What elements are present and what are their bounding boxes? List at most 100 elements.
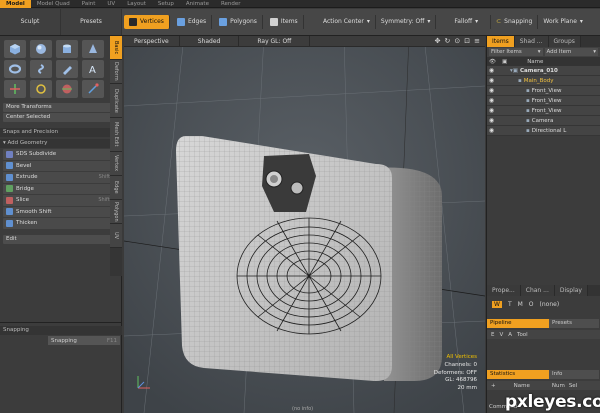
snapping-toggle-button[interactable]: Snapping F11 [48,336,120,345]
tab-presets[interactable]: Presets [61,9,122,35]
right-tab-1[interactable]: Shad ... [514,36,549,47]
work-plane-dropdown[interactable]: Work Plane ▾ [538,15,588,29]
right-tab-0[interactable]: Items [487,36,515,47]
presets-tab[interactable]: Presets [549,319,599,328]
layout-tab-layout[interactable]: Layout [121,0,152,8]
vtab-basic[interactable]: Basic [110,36,122,60]
w-toggle[interactable]: W [492,300,502,308]
symmetry-dropdown[interactable]: Symmetry: Off ▾ [376,15,437,29]
zoom-icon[interactable]: ⊙ [454,37,460,45]
cylinder-tool-button[interactable] [56,40,78,58]
item-row[interactable]: ◉ ▪ Camera [487,116,600,126]
vtab-deform[interactable]: Deform [110,60,122,84]
cube-tool-button[interactable] [4,40,26,58]
more-transforms-dropdown[interactable]: More Transforms▾ [3,103,118,112]
spiral-icon [38,64,44,74]
layout-tab-model[interactable]: Model [0,0,31,8]
tool-bridge-button[interactable]: Bridge [3,183,118,194]
vtab-duplicate[interactable]: Duplicate [110,84,122,118]
vtab-mesh-edit[interactable]: Mesh Edit [110,118,122,152]
capsule-tool-button[interactable] [30,60,52,78]
vtab-edge[interactable]: Edge [110,176,122,200]
sphere-tool-button[interactable] [30,40,52,58]
layout-tab-paint[interactable]: Paint [76,0,102,8]
properties-tab-1[interactable]: Chan ... [520,285,555,296]
chevron-down-icon: ▾ [366,18,370,25]
item-row[interactable]: ◉ ▪ Main_Body [487,76,600,86]
mode-vertices-button[interactable]: Vertices [124,15,170,29]
rotate-tool-button[interactable] [30,80,52,98]
pan-icon[interactable]: ✥ [435,37,441,45]
item-row[interactable]: ◉ ▾▣ Camera_010 [487,66,600,76]
action-center-dropdown[interactable]: Action Center ▾ [318,15,376,29]
options-icon[interactable]: ≡ [474,37,480,45]
viewport-shading-dropdown[interactable]: Shaded [180,36,240,47]
item-row[interactable]: ◉ ▪ Front_View [487,106,600,116]
mode-items-button[interactable]: Items [265,15,304,29]
layout-tab-setup[interactable]: Setup [152,0,180,8]
statistics-tab[interactable]: Statistics [487,370,549,379]
text-tool-button[interactable]: A [82,60,104,78]
tool-sds-subdivide-button[interactable]: SDS Subdivide [3,149,118,160]
item-row[interactable]: ◉ ▪ Front_View [487,86,600,96]
mode-polygons-button[interactable]: Polygons [214,15,263,29]
more-transforms-label: More Transforms [6,104,52,110]
add-item-dropdown[interactable]: Add Item ▾ [544,48,598,56]
name-column-header[interactable]: Name [527,59,543,65]
item-row[interactable]: ◉ ▪ Directional L [487,126,600,136]
visibility-eye-icon[interactable]: ◉ [487,96,496,105]
maximize-icon[interactable]: ⊡ [464,37,470,45]
transform-tool-button[interactable] [82,80,104,98]
pen-tool-button[interactable] [56,60,78,78]
pipeline-tab[interactable]: Pipeline [487,319,549,328]
layout-tab-uv[interactable]: UV [101,0,121,8]
layout-tab-animate[interactable]: Animate [180,0,215,8]
visibility-eye-icon[interactable]: ◉ [487,116,496,125]
viewport-perspective-dropdown[interactable]: Perspective [124,36,180,47]
torus-tool-button[interactable] [4,60,26,78]
visibility-eye-icon[interactable]: ◉ [487,86,496,95]
tool-smooth-shift-button[interactable]: Smooth Shift [3,206,118,217]
snapping-button[interactable]: ⊂ Snapping [491,15,539,29]
visibility-eye-icon[interactable]: ◉ [487,126,496,135]
vtab-uv[interactable]: UV [110,224,122,248]
tab-sculpt[interactable]: Sculpt [0,9,61,35]
snaps-precision-header[interactable]: Snaps and Precision [0,128,121,137]
add-icon[interactable]: + [491,383,496,389]
t-toggle[interactable]: T [508,301,512,308]
visibility-eye-icon[interactable]: ◉ [487,76,496,85]
sphere-icon [36,44,46,54]
torus-icon [9,64,21,74]
tool-thicken-button[interactable]: Thicken [3,218,118,229]
tool-label: SDS Subdivide [16,151,57,157]
layout-tab-render[interactable]: Render [215,0,247,8]
info-tab[interactable]: Info [549,370,599,379]
mode-edges-button[interactable]: Edges [172,15,213,29]
falloff-dropdown[interactable]: Falloff ▾ [436,15,492,29]
properties-tab-2[interactable]: Display [554,285,588,296]
properties-tab-0[interactable]: Prope... [487,285,521,296]
item-row[interactable]: ◉ ▪ Front_View [487,96,600,106]
right-tab-2[interactable]: Groups [548,36,581,47]
cone-tool-button[interactable] [82,40,104,58]
visibility-eye-icon[interactable]: ◉ [487,106,496,115]
move-tool-button[interactable] [4,80,26,98]
tool-extrude-button[interactable]: Extrude Shift-X [3,172,118,183]
orbit-icon[interactable]: ↻ [445,37,451,45]
tool-bevel-button[interactable]: Bevel [3,160,118,171]
filter-items-dropdown[interactable]: Filter Items ▾ [489,48,543,56]
visibility-eye-icon[interactable]: ◉ [487,66,496,75]
o-toggle[interactable]: O [529,301,534,308]
viewport-raygl-dropdown[interactable]: Ray GL: Off [239,36,311,47]
layout-tab-model-quad[interactable]: Model Quad [31,0,76,8]
add-geometry-header[interactable]: ▾ Add Geometry [0,139,121,148]
viewport-status-label: (no info) [292,406,314,412]
vtab-polygon[interactable]: Polygon [110,200,122,224]
3d-viewport[interactable]: Perspective Shaded Ray GL: Off ✥ ↻ ⊙ ⊡ ≡… [124,36,485,413]
m-toggle[interactable]: M [518,301,523,308]
edit-dropdown[interactable]: Edit▾ [3,234,118,244]
center-selected-dropdown[interactable]: Center Selected▾ [3,113,118,122]
vtab-vertex[interactable]: Vertex [110,152,122,176]
tool-slice-button[interactable]: Slice Shift-C [3,195,118,206]
scale-tool-button[interactable] [56,80,78,98]
